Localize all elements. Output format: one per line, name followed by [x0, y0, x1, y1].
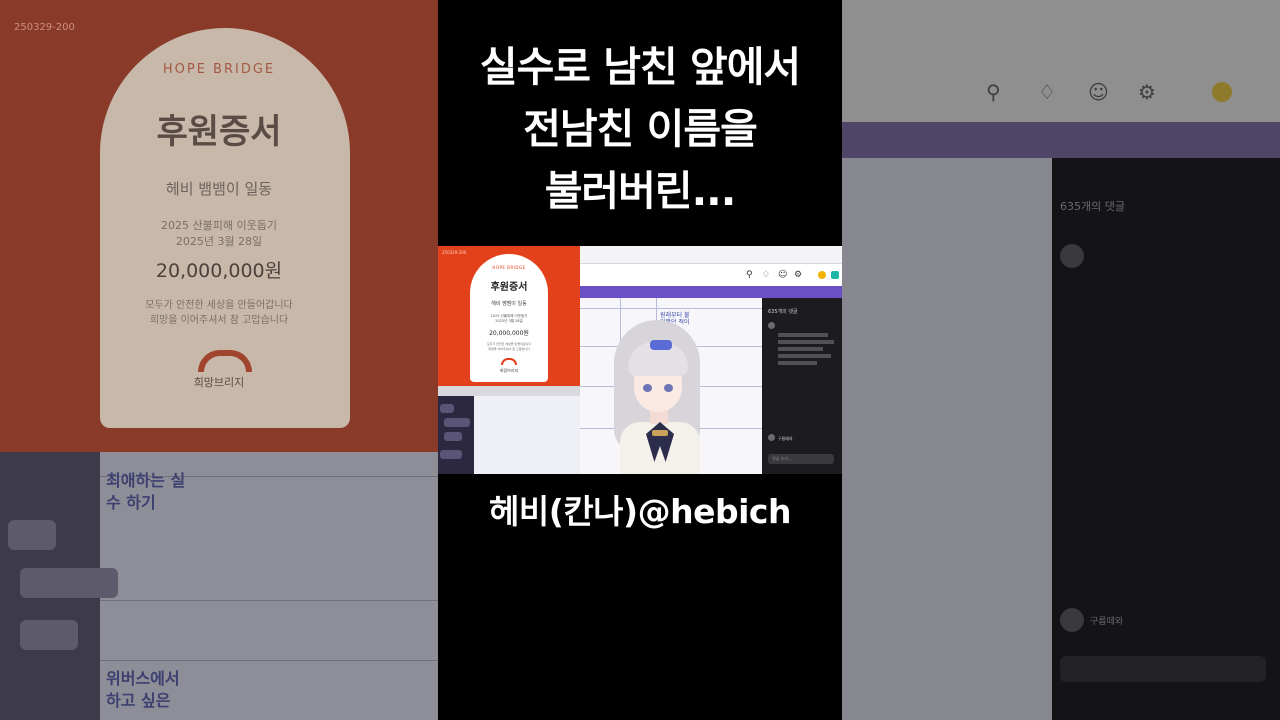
vtuber-left-eye	[643, 384, 652, 392]
certificate-event: 2025 산불피해 이웃돕기 2025년 3월 28일	[470, 314, 548, 324]
certificate-desc: 모두가 안전한 세상을 만들어갑니다 희망을 이어주셔서 참 고맙습니다	[470, 342, 548, 351]
vtuber-right-eye	[664, 384, 673, 392]
bg-certificate-brand: HOPE BRIDGE	[162, 62, 276, 77]
bg-search-icon: ⚲	[986, 80, 1001, 104]
certificate-title: 후원증서	[490, 282, 528, 293]
gear-icon[interactable]: ⚙	[794, 270, 802, 280]
certificate-code: 250329-200	[442, 250, 467, 255]
background-right-blur: ⚲ ♢ ☺ ⚙ 635개의 댓글 구름떼와	[842, 0, 1280, 720]
bg-certificate-code: 250329-200	[14, 22, 75, 33]
chat-message	[440, 450, 462, 459]
certificate-logo-text: 희망브리지	[499, 368, 519, 373]
certificate-event-line2: 2025년 3월 28일	[495, 319, 523, 323]
bg-certificate-event-line2: 2025년 3월 28일	[175, 235, 263, 248]
coin-icon[interactable]	[818, 271, 826, 279]
bg-certificate-event-line1: 2025 산불피해 이웃돕기	[161, 219, 277, 232]
vtuber-headband	[650, 340, 672, 350]
certificate-desc-line2: 희망을 이어주셔서 참 고맙습니다	[488, 346, 530, 351]
bg-certificate-logo-text: 희망브리지	[193, 376, 245, 389]
video-title-line3: 불러버린...	[544, 167, 737, 215]
search-icon[interactable]: ⚲	[746, 270, 753, 280]
comment-body	[778, 333, 834, 368]
bg-notebook-line	[100, 660, 438, 661]
bg-certificate-name: 헤비 뱀뱀이 일동	[165, 180, 273, 198]
bg-comment-avatar	[1060, 608, 1084, 632]
bg-comments-title: 635개의 댓글	[1060, 200, 1125, 213]
bg-certificate-title: 후원증서	[156, 112, 282, 152]
bg-bell-icon: ♢	[1038, 80, 1056, 104]
certificate-amount: 20,000,000원	[489, 330, 529, 337]
bg-browser-bar	[842, 0, 1280, 122]
bg-notebook-question: 위버스에서 하고 싶은	[106, 669, 180, 710]
bg-notebook-question: 최애하는 실수 하기	[106, 471, 186, 512]
certificate-name: 헤비 뱀뱀이 일동	[491, 301, 527, 307]
background-left-blur: 250329-200 HOPE BRIDGE 후원증서 헤비 뱀뱀이 일동 20…	[0, 0, 438, 720]
bg-comment-avatar	[1060, 244, 1084, 268]
bg-chat-message	[20, 568, 118, 598]
comments-title: 635개의 댓글	[768, 309, 798, 315]
purple-subnav	[580, 286, 842, 298]
bg-comment-user: 구름떼와	[1090, 617, 1124, 627]
comment-avatar	[768, 434, 775, 441]
bg-certificate-desc-line2: 희망을 이어주셔서 참 고맙습니다	[149, 315, 289, 326]
comment-user: 구름떼와	[778, 436, 793, 441]
bg-certificate-event: 2025 산불피해 이웃돕기 2025년 3월 28일	[0, 218, 438, 250]
bg-gear-icon: ⚙	[1138, 80, 1156, 104]
bg-notebook-line	[100, 600, 438, 601]
notebook-line	[580, 308, 762, 309]
bg-chat-message	[8, 520, 56, 550]
stream-screenshot: ⚲ ♢ ☺ ⚙ 원래부터 불러봤던 적이 있나요? 최애하는 실수 하기 위버스…	[438, 246, 842, 474]
comment-avatar	[768, 322, 775, 329]
app-icon[interactable]	[831, 271, 839, 279]
shorts-frame: 실수로 남친 앞에서 전남친 이름을 불러버린... ⚲ ♢ ☺ ⚙ 원래부터 …	[438, 0, 842, 720]
user-icon[interactable]: ☺	[778, 270, 787, 280]
bg-comment-input	[1060, 656, 1266, 682]
bg-user-icon: ☺	[1088, 80, 1109, 104]
chat-message	[444, 432, 462, 441]
bg-notebook-panel	[842, 158, 1052, 720]
browser-tabbar	[580, 246, 842, 264]
chat-message	[440, 404, 454, 413]
bg-purple-nav	[842, 122, 1280, 158]
certificate-brand: HOPE BRIDGE	[492, 265, 526, 270]
chat-message	[444, 418, 470, 427]
hope-bridge-logo-icon	[501, 358, 517, 365]
bg-comments-panel	[1052, 158, 1280, 720]
bg-certificate-amount: 20,000,000원	[155, 260, 283, 282]
bg-chat-message	[20, 620, 78, 650]
bg-certificate-desc: 모두가 안전한 세상을 만들어갑니다 희망을 이어주셔서 참 고맙습니다	[0, 298, 438, 328]
bg-coin-icon	[1212, 82, 1232, 102]
bell-icon[interactable]: ♢	[762, 270, 770, 280]
vtuber-brooch	[652, 430, 668, 436]
bg-certificate-desc-line1: 모두가 안전한 세상을 만들어갑니다	[145, 300, 293, 311]
certificate-footer-strip	[438, 386, 580, 396]
video-title-line2: 전남친 이름을	[523, 105, 758, 153]
video-title: 실수로 남친 앞에서 전남친 이름을 불러버린...	[438, 36, 842, 222]
comment-input-placeholder: 댓글 추가...	[772, 456, 792, 461]
video-title-line1: 실수로 남친 앞에서	[479, 43, 801, 91]
creator-credit: 헤비(칸나)@hebich	[489, 492, 791, 531]
